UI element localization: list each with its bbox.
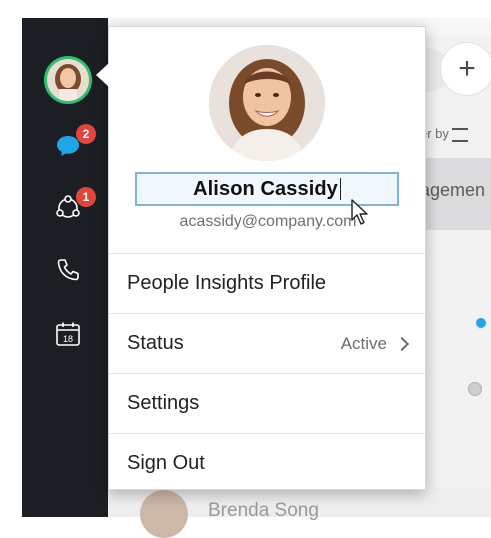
menu-item-label: People Insights Profile [127,272,327,294]
menu-item-label: Sign Out [127,452,205,474]
text-caret [339,178,341,200]
selected-list-item-text: agemen [420,180,486,200]
calls-icon[interactable] [50,252,86,288]
profile-menu: People Insights Profile Status Active Se… [109,253,425,493]
my-avatar-button[interactable] [44,56,92,104]
new-item-button[interactable]: + [440,42,491,96]
presence-indicator [468,382,482,396]
calendar-icon[interactable]: 18 [50,316,86,352]
user-avatar-image [47,59,89,101]
status-selector[interactable]: Active [340,333,410,354]
contact-avatar [140,490,188,538]
menu-item-label: Status [127,332,184,354]
popup-caret [96,63,109,87]
filter-icon[interactable] [452,128,468,142]
profile-photo [209,45,325,161]
calendar-glyph: 18 [56,322,80,346]
status-value: Active [340,333,387,353]
menu-item-sign-out[interactable]: Sign Out [109,433,425,493]
phone-icon [57,259,79,281]
profile-popup: Alison Cassidy acassidy@company.com Peop… [96,26,426,493]
menu-item-status[interactable]: Status Active [109,313,425,373]
menu-item-people-insights[interactable]: People Insights Profile [109,253,425,313]
plus-icon: + [458,52,476,85]
display-name: Alison Cassidy [193,177,338,200]
chevron-right-icon [394,336,410,351]
menu-item-label: Settings [127,392,200,414]
mouse-pointer-icon [351,199,368,225]
meetings-badge: 1 [76,187,96,207]
email-address: acassidy@company.com [179,213,357,230]
calendar-day: 18 [63,334,73,344]
chat-unread-badge: 2 [76,124,96,144]
profile-portrait-image [209,45,325,161]
menu-item-settings[interactable]: Settings [109,373,425,433]
unread-indicator [476,318,486,328]
contact-name: Brenda Song [208,500,319,521]
